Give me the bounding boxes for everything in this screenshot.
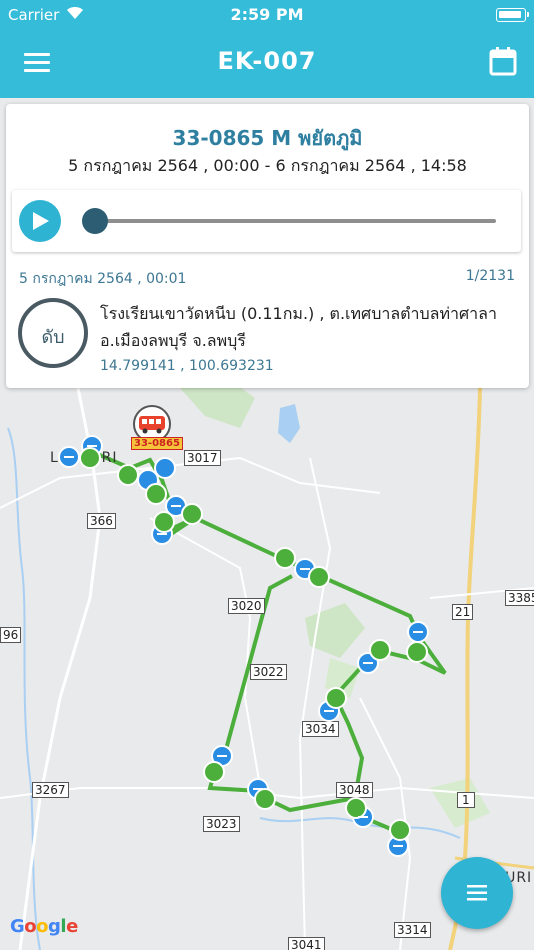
trip-info-card: 33-0865 M พยัตภูมิ 5 กรกฎาคม 2564 , 00:0…: [6, 104, 529, 388]
engine-status-label: ดับ: [41, 327, 65, 348]
page-title: EK-007: [217, 47, 317, 75]
nav-bar: EK-007: [0, 30, 534, 98]
status-bar: Carrier 2:59 PM: [0, 0, 534, 30]
vehicle-map-label: 33-0865: [131, 437, 183, 450]
clock: 2:59 PM: [230, 5, 304, 24]
vehicle-plate: 33-0865 M พยัตภูมิ: [172, 126, 363, 150]
point-timestamp: 5 กรกฎาคม 2564 , 00:01: [19, 271, 187, 287]
playback-thumb[interactable]: [82, 208, 108, 234]
point-counter: 1/2131: [465, 268, 515, 284]
list-fab-button[interactable]: [441, 857, 513, 929]
playback-bar: [12, 190, 521, 252]
date-range: 5 กรกฎาคม 2564 , 00:00 - 6 กรกฎาคม 2564 …: [68, 156, 467, 175]
play-button[interactable]: [19, 200, 61, 242]
playback-track[interactable]: [96, 219, 496, 223]
point-address: โรงเรียนเขาวัดหนีบ (0.11กม.) , ต.เทศบาลต…: [100, 304, 497, 350]
battery-icon: [496, 8, 529, 22]
calendar-icon[interactable]: [489, 46, 517, 76]
google-logo: Google: [10, 916, 78, 937]
list-icon: [467, 885, 487, 901]
play-icon: [33, 212, 49, 230]
engine-status-badge: ดับ: [18, 298, 88, 368]
point-coordinates: 14.799141 , 100.693231: [100, 358, 274, 374]
